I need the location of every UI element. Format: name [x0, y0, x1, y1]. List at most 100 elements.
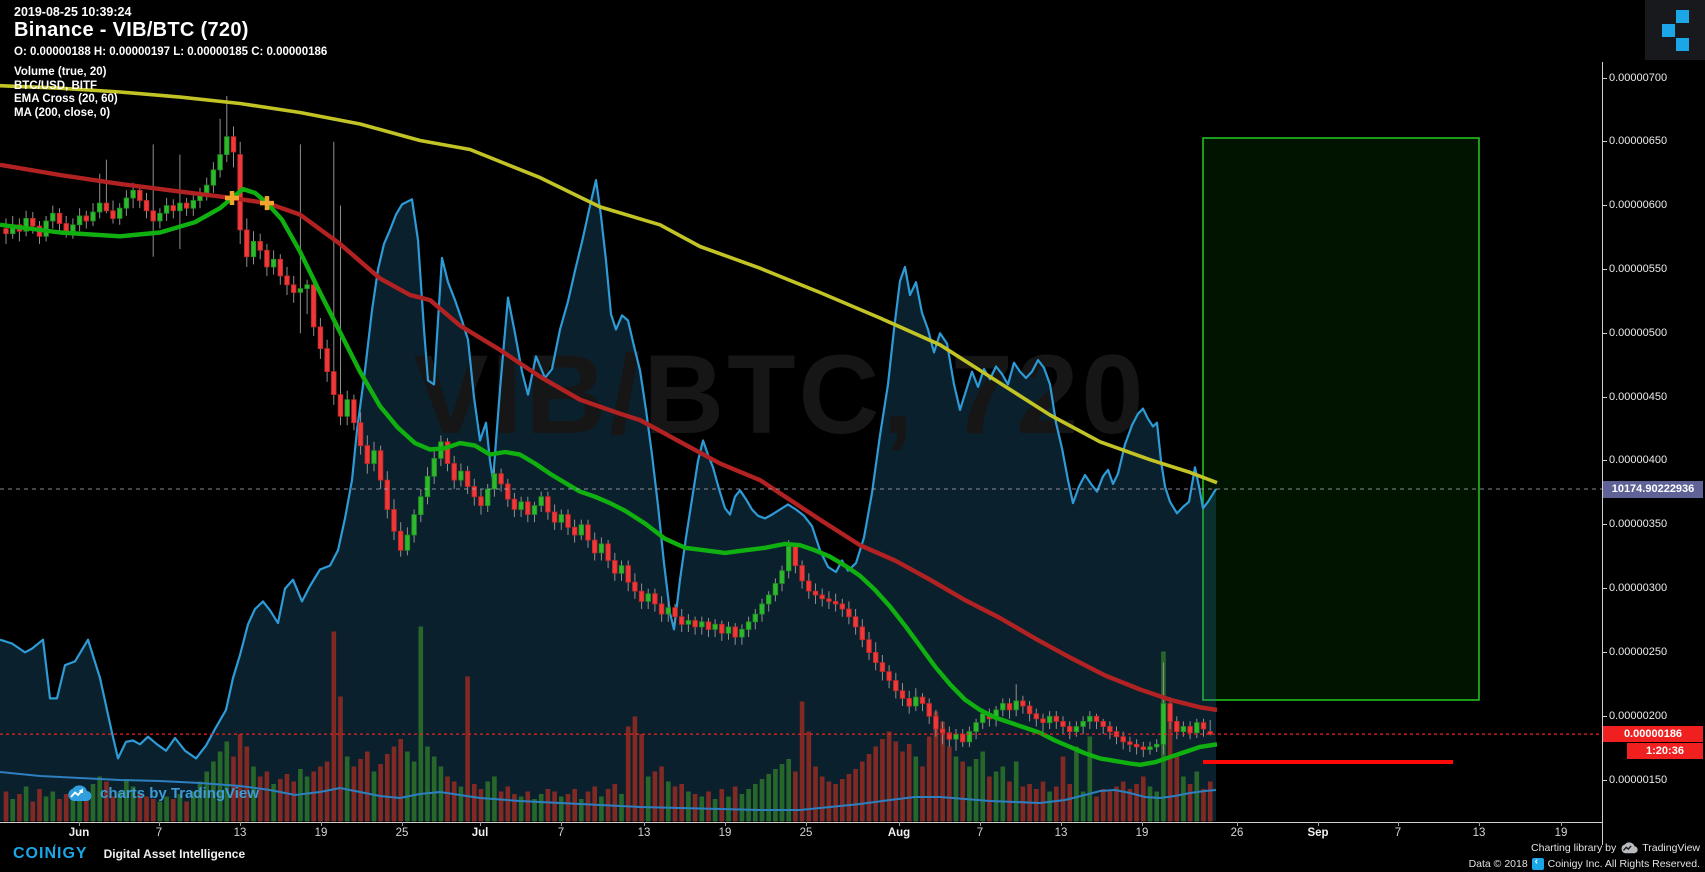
time-tick: [1318, 822, 1319, 826]
coinigy-mini-icon: [1531, 856, 1544, 870]
volume-bar: [666, 781, 671, 822]
candle-body: [464, 470, 471, 487]
coinigy-tagline: Digital Asset Intelligence: [103, 847, 246, 861]
symbol-watermark: VIB/BTC, 720: [413, 332, 1146, 457]
candle-body: [685, 620, 692, 625]
volume-bar: [264, 771, 270, 822]
volume-bar: [391, 746, 397, 822]
candle-body: [1140, 746, 1146, 750]
volume-bar: [706, 791, 711, 822]
candle-body: [1133, 743, 1140, 748]
time-axis-label: Aug: [887, 827, 911, 839]
candle-body: [317, 326, 324, 349]
candle-body: [1060, 721, 1066, 727]
candle-body: [592, 539, 598, 554]
candle-body: [137, 189, 143, 201]
volume-bar: [318, 766, 323, 822]
price-chart-canvas[interactable]: VIB/BTC, 720: [0, 0, 1705, 872]
candle-body: [224, 136, 230, 155]
candle-body: [498, 473, 504, 485]
indicator-btcusd-overlay[interactable]: BTC/USD, BITF: [14, 80, 118, 94]
time-axis-label: Sep: [1307, 827, 1329, 839]
green-rect-annotation[interactable]: [1202, 137, 1480, 701]
time-tick: [1479, 822, 1480, 826]
time-tick: [480, 822, 481, 826]
time-axis-label: 19: [314, 827, 328, 839]
candle-body: [103, 202, 110, 212]
volume-bar: [224, 741, 230, 822]
candle-body: [732, 626, 738, 638]
volume-bar: [599, 796, 604, 822]
volume-bar: [732, 786, 738, 822]
candle-body: [1160, 703, 1167, 745]
time-tick: [1237, 822, 1238, 826]
time-axis-label: Jun: [68, 827, 90, 839]
volume-bar: [1207, 781, 1213, 822]
volume-bar: [860, 761, 865, 822]
candle-body: [652, 593, 658, 605]
volume-bar: [799, 701, 805, 822]
candle-body: [331, 371, 337, 396]
candle-body: [431, 457, 437, 477]
candle-body: [371, 450, 377, 464]
candle-body: [953, 733, 959, 740]
volume-bar: [1147, 786, 1153, 822]
volume-bar: [913, 756, 919, 822]
volume-bar: [659, 766, 664, 822]
candle-body: [1154, 743, 1160, 748]
candle-body: [899, 690, 906, 699]
candle-body: [792, 546, 799, 567]
volume-bar: [278, 779, 283, 822]
candle-body: [712, 623, 718, 630]
tradingview-attribution[interactable]: charts by TradingView: [66, 785, 259, 802]
candle-body: [1187, 726, 1193, 734]
candle-body: [1194, 722, 1200, 734]
candle-body: [672, 607, 678, 618]
charting-library-credit: Charting library by TradingView: [1531, 842, 1700, 854]
candle-body: [97, 202, 103, 213]
candle-body: [705, 621, 712, 630]
indicator-ma200[interactable]: MA (200, close, 0): [14, 107, 118, 121]
rights-reserved-text: Coinigy Inc. All Rights Reserved.: [1547, 858, 1700, 870]
candle-body: [906, 698, 912, 707]
volume-bar: [472, 784, 477, 822]
candle-body: [344, 399, 350, 417]
candle-body: [183, 202, 190, 209]
volume-bar: [866, 754, 872, 822]
volume-bar: [585, 791, 591, 822]
tradingview-brand-text[interactable]: TradingView: [1642, 842, 1700, 854]
candle-body: [846, 608, 852, 618]
candle-body: [30, 217, 36, 227]
volume-bar: [244, 746, 250, 822]
candle-body: [384, 479, 390, 510]
volume-bar: [465, 676, 470, 822]
volume-bar: [1107, 791, 1113, 822]
data-copyright-text: Data © 2018: [1468, 858, 1528, 870]
volume-bar: [23, 786, 29, 822]
candle-body: [304, 284, 310, 289]
time-axis-label: 26: [1230, 827, 1244, 839]
candle-body: [645, 593, 651, 602]
time-tick: [402, 822, 403, 826]
indicator-ema-cross[interactable]: EMA Cross (20, 60): [14, 93, 118, 107]
coinigy-chart-window: VIB/BTC, 720 2019-08-25 10:39:24 Binance…: [0, 0, 1705, 872]
candle-body: [538, 496, 544, 507]
candle-body: [1127, 741, 1133, 745]
bar-countdown-label: 1:20:36: [1627, 743, 1703, 760]
volume-bar: [512, 794, 517, 822]
volume-bar: [973, 759, 979, 822]
candle-body: [973, 722, 979, 732]
volume-bar: [1060, 756, 1066, 822]
indicator-volume[interactable]: Volume (true, 20): [14, 66, 118, 80]
volume-bar: [853, 769, 858, 822]
volume-bar: [237, 734, 243, 822]
volume-bar: [451, 781, 457, 822]
price-axis-label: 0.00000350: [1609, 518, 1668, 531]
volume-bar: [17, 794, 22, 822]
coinigy-wordmark[interactable]: COINIGY: [13, 845, 88, 863]
time-axis-label: 19: [1135, 827, 1149, 839]
candle-body: [418, 496, 424, 516]
candle-body: [110, 210, 116, 219]
candle-body: [90, 211, 96, 222]
volume-bar: [793, 771, 798, 822]
